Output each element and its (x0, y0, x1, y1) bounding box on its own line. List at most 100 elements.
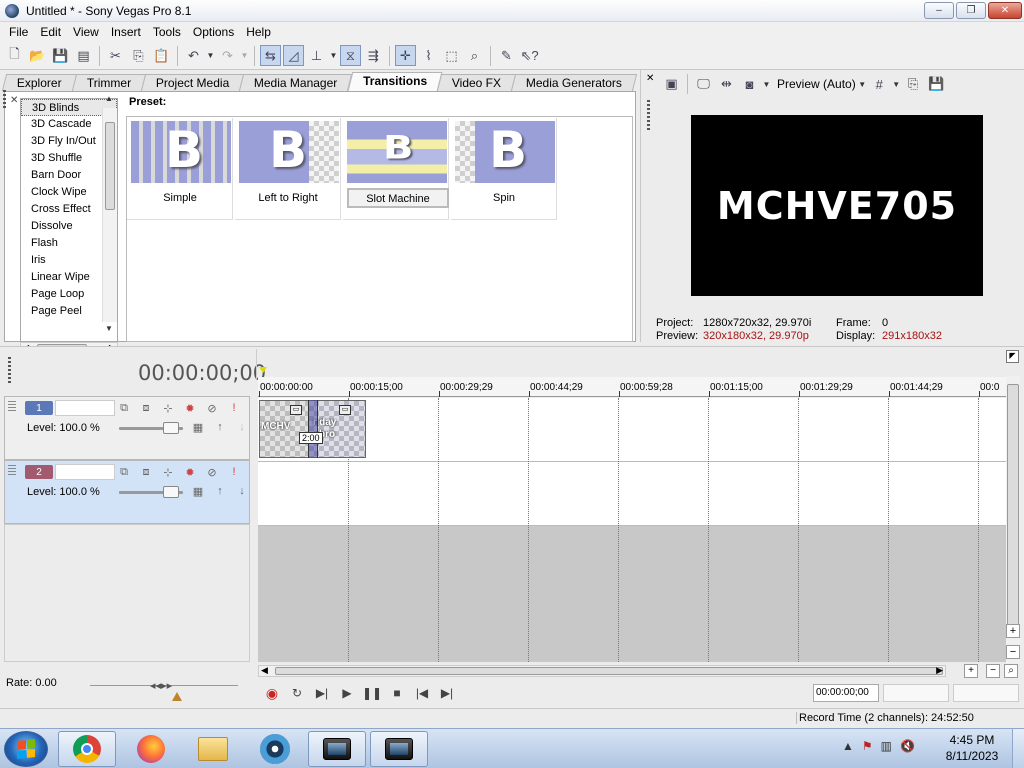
preset-spin[interactable]: B Spin (451, 118, 557, 220)
make-compositing-child-icon[interactable]: ⧈ (137, 400, 155, 416)
maximize-button[interactable]: ❐ (956, 2, 986, 19)
taskbar-firefox[interactable] (122, 731, 180, 767)
zoom-in-icon[interactable]: + (964, 664, 978, 678)
cursor-position-field[interactable]: 00:00:00;00 (813, 684, 879, 702)
tab-trimmer[interactable]: Trimmer (71, 74, 147, 91)
quality-dropdown-icon[interactable]: ▼ (858, 80, 867, 89)
new-icon[interactable]: 🗋 (4, 45, 25, 66)
menu-view[interactable]: View (67, 25, 105, 39)
show-desktop-button[interactable] (1012, 729, 1024, 768)
volume-icon[interactable]: 🔇 (900, 739, 915, 753)
slider-thumb[interactable] (163, 486, 179, 498)
zoom-in-vertical-icon[interactable]: + (1006, 624, 1020, 638)
scroll-up-icon[interactable]: ▲ (105, 94, 113, 103)
network-icon[interactable]: ▥ (881, 739, 892, 753)
zoom-tool-icon[interactable]: ⌕ (1004, 664, 1018, 678)
rate-handle-icon[interactable]: ◂◂▸▸ (150, 679, 172, 692)
tab-video-fx[interactable]: Video FX (436, 74, 516, 91)
marker-icon[interactable]: ◤ (1006, 350, 1019, 363)
taskbar-clock[interactable]: 4:45 PM 8/11/2023 (940, 732, 1004, 764)
menu-tools[interactable]: Tools (147, 25, 187, 39)
track-header-video-2[interactable]: 2 ⧉ ⧈ ⊹ ✹ ⊘ ! Level: 100.0 % ▦ ↑ ↓ (4, 460, 250, 524)
tab-explorer[interactable]: Explorer (1, 74, 77, 91)
track-lane-2[interactable] (258, 462, 1006, 526)
stop-icon[interactable]: ■ (387, 683, 407, 703)
zoom-out-icon[interactable]: − (986, 664, 1000, 678)
undo-dropdown-icon[interactable]: ▼ (206, 51, 215, 60)
dock-grip[interactable] (3, 90, 6, 108)
compositing-mode-icon[interactable]: ⧉ (115, 400, 133, 416)
open-icon[interactable]: 📂 (27, 45, 48, 66)
tab-transitions[interactable]: Transitions (347, 72, 443, 91)
normal-edit-tool-icon[interactable]: ⇆ (260, 45, 281, 66)
redo-icon[interactable]: ↷ (217, 45, 238, 66)
move-up-icon[interactable]: ↑ (211, 419, 229, 435)
timeline-hscrollbar[interactable]: ◀ ▶ (258, 665, 946, 677)
play-icon[interactable]: ▶ (337, 683, 357, 703)
zoom-tool-icon[interactable]: ⬚ (441, 45, 462, 66)
tab-media-manager[interactable]: Media Manager (239, 74, 353, 91)
auto-crossfade-icon[interactable]: ⧖ (340, 45, 361, 66)
save-icon[interactable]: 💾 (50, 45, 71, 66)
taskbar-media[interactable] (246, 731, 304, 767)
track-grip[interactable] (8, 401, 16, 413)
scroll-thumb[interactable] (1007, 384, 1019, 628)
close-icon[interactable]: ✕ (10, 95, 18, 106)
pause-icon[interactable]: ❚❚ (362, 683, 382, 703)
paste-icon[interactable]: 📋 (151, 45, 172, 66)
track-grip[interactable] (8, 465, 16, 477)
expand-track-icon[interactable]: ▦ (189, 419, 207, 435)
menu-edit[interactable]: Edit (34, 25, 67, 39)
track-motion-icon[interactable]: ⊹ (159, 400, 177, 416)
track-name-field[interactable] (55, 400, 115, 416)
snap-icon[interactable]: ⊥ (306, 45, 327, 66)
overlays-icon[interactable]: ◙ (739, 74, 760, 95)
scroll-left-icon[interactable]: ◀ (261, 665, 268, 676)
track-header-video-1[interactable]: 1 ⧉ ⧈ ⊹ ✹ ⊘ ! Level: 100.0 % ▦ ↑ ↓ (4, 396, 250, 460)
rate-marker-icon[interactable] (172, 692, 182, 701)
preset-slot-machine[interactable]: B Slot Machine (343, 118, 449, 220)
lock-envelopes-icon[interactable]: ✛ (395, 45, 416, 66)
start-button[interactable] (4, 731, 48, 767)
solo-icon[interactable]: ! (225, 464, 243, 480)
selection-tool-icon[interactable]: ⌕ (464, 45, 485, 66)
crossfade-region[interactable] (308, 400, 318, 458)
overlays-dropdown-icon[interactable]: ▼ (762, 80, 771, 89)
tab-media-generators[interactable]: Media Generators (510, 74, 638, 91)
envelope-tool-icon[interactable]: ◿ (283, 45, 304, 66)
context-help-icon[interactable]: ⇖? (519, 45, 540, 66)
preset-simple[interactable]: B Simple (127, 118, 233, 220)
compositing-mode-icon[interactable]: ⧉ (115, 464, 133, 480)
close-button[interactable]: ✕ (988, 2, 1022, 19)
minimize-button[interactable]: ‒ (924, 2, 954, 19)
timeline-grip[interactable] (8, 357, 11, 383)
go-to-end-icon[interactable]: ▶| (437, 683, 457, 703)
menu-insert[interactable]: Insert (105, 25, 147, 39)
loop-playback-icon[interactable]: ↻ (287, 683, 307, 703)
vegas-app-icon[interactable] (5, 3, 19, 18)
move-up-icon[interactable]: ↑ (211, 483, 229, 499)
menu-options[interactable]: Options (187, 25, 240, 39)
play-from-start-icon[interactable]: ▶| (312, 683, 332, 703)
external-monitor-icon[interactable]: 🖵 (693, 74, 714, 95)
mute-icon[interactable]: ⊘ (203, 464, 221, 480)
snap-dropdown-icon[interactable]: ▼ (329, 51, 338, 60)
timeline-vscrollbar[interactable] (1006, 376, 1020, 664)
time-ruler[interactable]: 00:00:00:00 00:00:15;00 00:00:29;29 00:0… (258, 377, 1006, 397)
redo-dropdown-icon[interactable]: ▼ (240, 51, 249, 60)
event-fx-icon[interactable]: ▭ (339, 405, 351, 415)
taskbar-explorer[interactable] (184, 731, 242, 767)
taskbar-vegas[interactable] (308, 731, 366, 767)
track-name-field[interactable] (55, 464, 115, 480)
move-down-icon[interactable]: ↓ (233, 483, 251, 499)
menu-help[interactable]: Help (240, 25, 277, 39)
slider-thumb[interactable] (163, 422, 179, 434)
copy-icon[interactable]: ⎘ (128, 45, 149, 66)
event-fx-icon[interactable]: ▭ (290, 405, 302, 415)
grid-icon[interactable]: # (869, 74, 890, 95)
expand-track-icon[interactable]: ▦ (189, 483, 207, 499)
taskbar-chrome[interactable] (58, 731, 116, 767)
mute-icon[interactable]: ⊘ (203, 400, 221, 416)
action-center-icon[interactable]: ⚑ (862, 739, 873, 753)
selection-length-field[interactable] (953, 684, 1019, 702)
